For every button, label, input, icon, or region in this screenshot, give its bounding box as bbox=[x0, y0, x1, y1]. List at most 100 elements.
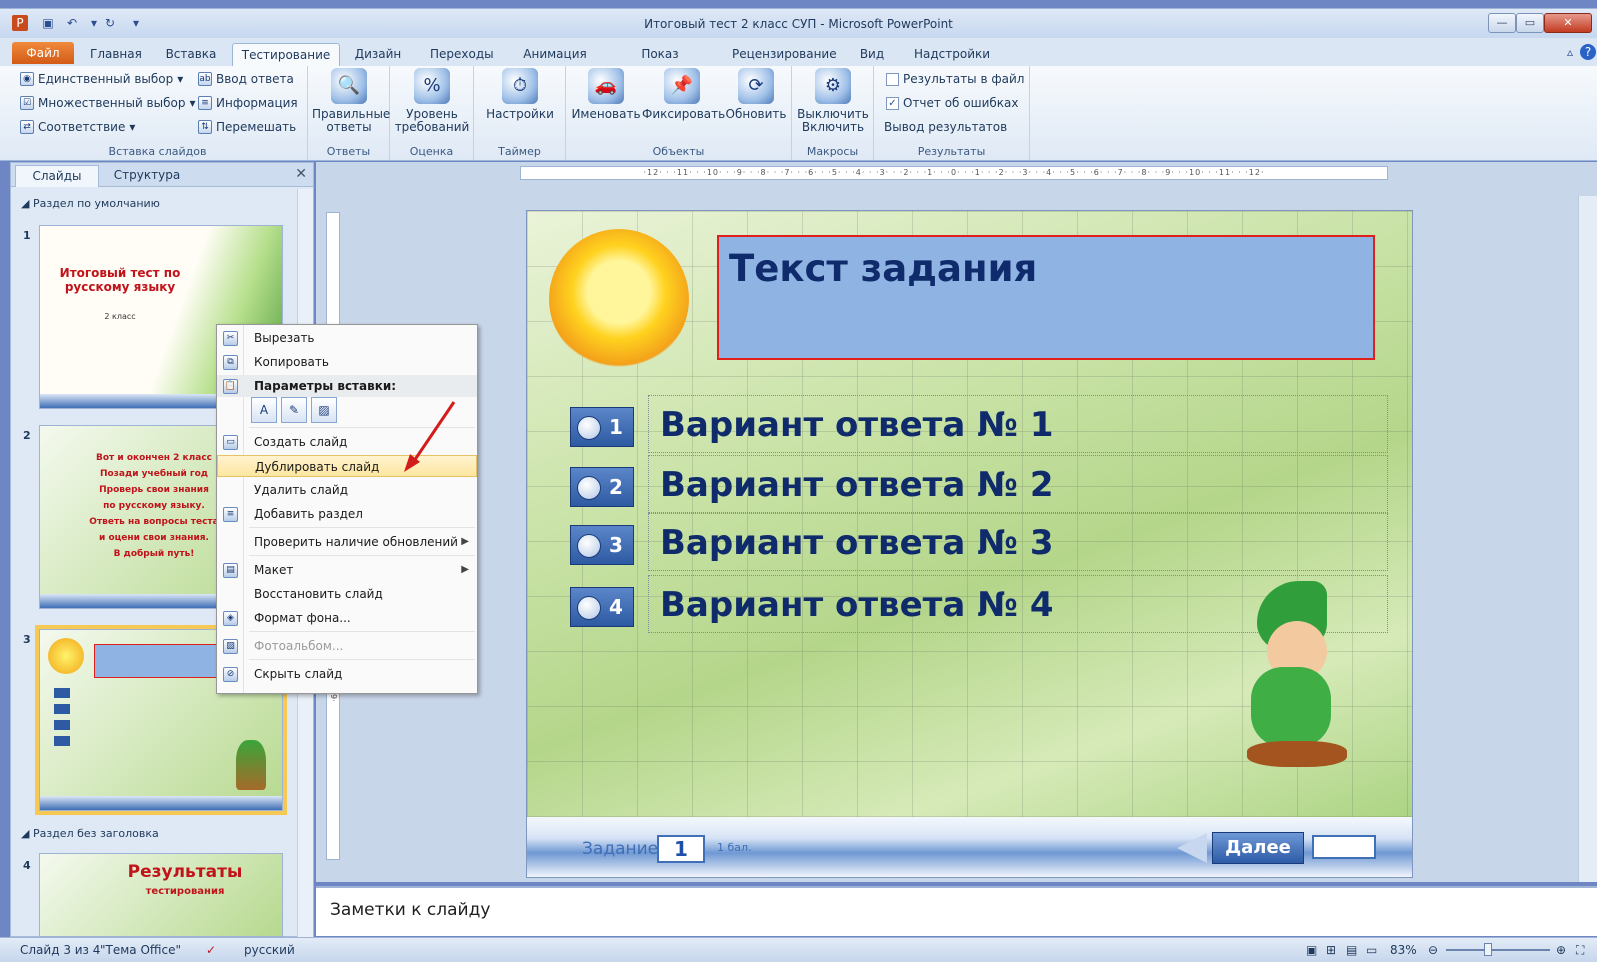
editor-scrollbar[interactable] bbox=[1578, 196, 1597, 882]
answer-text: Вариант ответа № 4 bbox=[660, 585, 1054, 625]
normal-view-icon[interactable]: ▣ bbox=[1306, 943, 1317, 957]
menu-format-background[interactable]: ◈ Формат фона... bbox=[217, 607, 477, 629]
matching-icon: ⇄ bbox=[20, 120, 34, 134]
slideshow-icon[interactable]: ▭ bbox=[1366, 943, 1377, 957]
tab-addins[interactable]: Надстройки bbox=[908, 43, 994, 66]
collapse-ribbon-icon[interactable]: ▵ bbox=[1562, 44, 1578, 60]
menu-hide-slide[interactable]: ⊘ Скрыть слайд bbox=[217, 663, 477, 685]
tab-home[interactable]: Главная bbox=[84, 43, 146, 66]
thumb-footer bbox=[40, 796, 282, 810]
close-button[interactable]: ✕ bbox=[1544, 13, 1592, 33]
menu-photo-album: ▨ Фотоальбом... bbox=[217, 635, 477, 657]
menu-copy[interactable]: ⧉ Копировать bbox=[217, 351, 477, 373]
group-insert-slides: ◉ Единственный выбор ▾ ☑ Множественный выб… bbox=[8, 66, 308, 160]
gnome-icon bbox=[236, 740, 266, 790]
group-answers: 🔍 Правильные ответы Ответы bbox=[308, 66, 390, 160]
zoom-in-icon[interactable]: ⊕ bbox=[1556, 943, 1566, 957]
shuffle-icon: ⇅ bbox=[198, 120, 212, 134]
tab-transitions[interactable]: Переходы bbox=[424, 43, 498, 66]
thumb-subtitle: 2 класс bbox=[104, 312, 136, 321]
refresh-objects-button[interactable]: ⟳ Обновить bbox=[722, 68, 790, 121]
menu-cut[interactable]: ✂ Вырезать bbox=[217, 327, 477, 349]
tab-insert[interactable]: Вставка bbox=[158, 43, 224, 66]
close-pane-icon[interactable]: ✕ bbox=[295, 166, 307, 182]
text-input-button[interactable]: ab Ввод ответа bbox=[198, 72, 294, 86]
task-text: Текст задания bbox=[729, 247, 1038, 290]
zoom-slider-thumb[interactable] bbox=[1484, 943, 1492, 956]
radio-circle-icon bbox=[577, 416, 601, 440]
submenu-arrow-icon: ▶ bbox=[461, 536, 469, 547]
fix-objects-button[interactable]: 📌 Фиксировать bbox=[642, 68, 725, 121]
error-report-checkbox[interactable]: ✓ Отчет об ошибках bbox=[886, 96, 1019, 110]
answer-radio[interactable]: 3 bbox=[570, 525, 634, 565]
reading-view-icon[interactable]: ▤ bbox=[1346, 943, 1357, 957]
answer-radio[interactable]: 2 bbox=[570, 467, 634, 507]
minimize-button[interactable]: — bbox=[1488, 13, 1516, 33]
language[interactable]: русский bbox=[244, 943, 295, 957]
answer-text: Вариант ответа № 1 bbox=[660, 405, 1054, 445]
menu-add-section[interactable]: ≡ Добавить раздел bbox=[217, 503, 477, 525]
slide-canvas: Текст задания 1 Вариант ответа № 1 2 Вар… bbox=[526, 210, 1413, 878]
multiple-choice-button[interactable]: ☑ Множественный выбор ▾ bbox=[20, 96, 196, 110]
maximize-button[interactable]: ▭ bbox=[1516, 13, 1544, 33]
spellcheck-icon[interactable]: ✓ bbox=[206, 943, 216, 957]
slide-number: 1 bbox=[23, 229, 31, 242]
task-text-box[interactable]: Текст задания bbox=[717, 235, 1375, 360]
help-icon[interactable]: ? bbox=[1580, 44, 1596, 60]
correct-answers-button[interactable]: 🔍 Правильные ответы bbox=[312, 68, 390, 134]
menu-delete-slide[interactable]: Удалить слайд bbox=[217, 479, 477, 501]
theme-name[interactable]: "Тема Office" bbox=[100, 943, 181, 957]
slide-thumbnail-4[interactable]: Результаты тестирования bbox=[39, 853, 283, 937]
tab-review[interactable]: Рецензирование bbox=[726, 43, 838, 66]
answer-radio[interactable]: 4 bbox=[570, 587, 634, 627]
slide-sorter-icon[interactable]: ⊞ bbox=[1326, 943, 1336, 957]
tab-view[interactable]: Вид bbox=[852, 43, 892, 66]
requirement-level-button[interactable]: % Уровень требований bbox=[394, 68, 470, 134]
shuffle-button[interactable]: ⇅ Перемешать bbox=[198, 120, 296, 134]
notes-pane[interactable]: Заметки к слайду bbox=[316, 886, 1597, 936]
tab-testing[interactable]: Тестирование bbox=[232, 43, 340, 66]
tab-slideshow[interactable]: Показ слайдов bbox=[608, 43, 712, 83]
tab-slides[interactable]: Слайды bbox=[15, 165, 99, 187]
group-objects: 🚗 Именовать 📌 Фиксировать ⟳ Обновить Объект… bbox=[566, 66, 792, 160]
paste-keep-format-icon[interactable]: ✎ bbox=[281, 397, 307, 423]
name-objects-button[interactable]: 🚗 Именовать bbox=[570, 68, 642, 121]
tab-design[interactable]: Дизайн bbox=[348, 43, 408, 66]
answer-radio[interactable]: 1 bbox=[570, 407, 634, 447]
zoom-out-icon[interactable]: ⊖ bbox=[1428, 943, 1438, 957]
scissors-icon: ✂ bbox=[223, 331, 238, 346]
zoom-level[interactable]: 83% bbox=[1390, 943, 1417, 957]
tab-file[interactable]: Файл bbox=[12, 42, 74, 64]
previous-arrow-icon[interactable] bbox=[1177, 833, 1207, 863]
tab-animation[interactable]: Анимация bbox=[514, 43, 596, 66]
thumb-text: Вот и окончен 2 класс Позади учебный год… bbox=[89, 453, 219, 559]
next-button[interactable]: Далее bbox=[1212, 832, 1304, 864]
paste-icon: 📋 bbox=[223, 379, 238, 394]
tab-outline[interactable]: Структура bbox=[101, 165, 193, 187]
section-header[interactable]: ◢ Раздел по умолчанию bbox=[21, 197, 160, 210]
macros-toggle-button[interactable]: ⚙ Выключить Включить bbox=[794, 68, 872, 134]
information-button[interactable]: ≡ Информация bbox=[198, 96, 298, 110]
menu-reset-slide[interactable]: Восстановить слайд bbox=[217, 583, 477, 605]
single-choice-button[interactable]: ◉ Единственный выбор ▾ bbox=[20, 72, 183, 86]
timer-settings-button[interactable]: ⏱ Настройки bbox=[480, 68, 560, 121]
section-header[interactable]: ◢ Раздел без заголовка bbox=[21, 827, 159, 840]
annotation-arrow-icon bbox=[404, 401, 456, 472]
answer-text: Вариант ответа № 2 bbox=[660, 465, 1054, 505]
results-to-file-checkbox[interactable]: Результаты в файл bbox=[886, 72, 1024, 86]
menu-check-updates[interactable]: Проверить наличие обновлений ▶ bbox=[217, 531, 477, 553]
matching-button[interactable]: ⇄ Соответствие ▾ bbox=[20, 120, 135, 134]
zoom-slider[interactable] bbox=[1446, 949, 1550, 951]
menu-layout[interactable]: ▤ Макет ▶ bbox=[217, 559, 477, 581]
info-icon: ≡ bbox=[198, 96, 212, 110]
paste-destination-theme-icon[interactable]: A bbox=[251, 397, 277, 423]
fit-window-icon[interactable]: ⛶ bbox=[1576, 943, 1584, 958]
new-slide-icon: ▭ bbox=[223, 435, 238, 450]
magnifier-icon: 🔍 bbox=[331, 68, 367, 104]
hide-slide-icon: ⊘ bbox=[223, 667, 238, 682]
results-output-button[interactable]: Вывод результатов bbox=[884, 120, 1007, 134]
submenu-arrow-icon: ▶ bbox=[461, 564, 469, 575]
paste-picture-icon[interactable]: ▨ bbox=[311, 397, 337, 423]
percent-icon: % bbox=[414, 68, 450, 104]
checklist-icon: ☑ bbox=[20, 96, 34, 110]
